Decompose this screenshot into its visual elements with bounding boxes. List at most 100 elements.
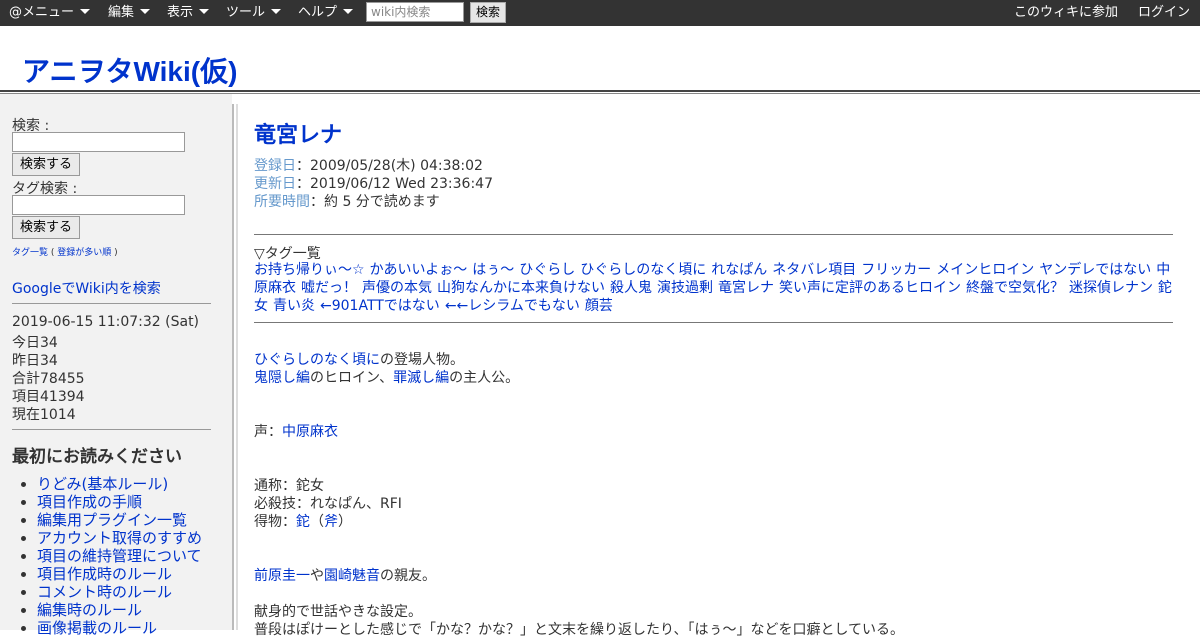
- tag-search-button[interactable]: 検索する: [12, 216, 80, 239]
- menu-help[interactable]: ヘルプ: [298, 0, 354, 26]
- account-link[interactable]: アカウント取得のすすめ: [37, 529, 202, 547]
- tag-link[interactable]: お持ち帰りぃ〜☆: [254, 262, 365, 278]
- tag-link[interactable]: 竜宮レナ: [718, 280, 774, 296]
- login-link[interactable]: ログイン: [1138, 0, 1190, 26]
- image-rules-link[interactable]: 画像掲載のルール: [37, 619, 157, 637]
- tag-link[interactable]: 迷探偵レナン: [1069, 280, 1153, 296]
- oni-arc-link[interactable]: 鬼隠し編: [254, 370, 310, 386]
- tag-search-input[interactable]: [12, 195, 185, 215]
- sidebar: 検索 : 検索する タグ検索 : 検索する タグ一覧 ( 登録が多い順 ) Go…: [0, 94, 232, 637]
- counter-datetime: 2019-06-15 11:07:32 (Sat): [12, 314, 200, 330]
- sidebar-search-button[interactable]: 検索する: [12, 153, 80, 176]
- tag-link[interactable]: ネタバレ項目: [772, 262, 856, 278]
- readtime-label: 所要時間: [254, 194, 310, 210]
- tag-list-link[interactable]: タグ一覧: [12, 248, 48, 258]
- weapon-link-ono[interactable]: 斧: [324, 514, 338, 530]
- create-steps-link[interactable]: 項目作成の手順: [37, 493, 142, 511]
- weapon-link-nata[interactable]: 鉈: [296, 514, 310, 530]
- tag-link[interactable]: 声優の本気: [362, 280, 432, 296]
- site-title[interactable]: アニヲタWiki(仮): [22, 50, 237, 90]
- google-search-link[interactable]: GoogleでWiki内を検索: [12, 278, 161, 298]
- sidebar-search-input[interactable]: [12, 132, 185, 152]
- comment-rules-link[interactable]: コメント時のルール: [37, 583, 172, 601]
- updated-date: 更新日：2019/06/12 Wed 23:36:47: [254, 176, 493, 192]
- wiki-search-input[interactable]: [366, 2, 464, 22]
- list-item: 項目作成の手順: [37, 493, 202, 511]
- list-item: 編集時のルール: [37, 601, 202, 619]
- article: 竜宮レナ 登録日：2009/05/28(木) 04:38:02 更新日：2019…: [238, 104, 1189, 638]
- list-item: 画像掲載のルール: [37, 619, 202, 637]
- tag-link[interactable]: 青い炎: [273, 298, 315, 314]
- edit-rules-link[interactable]: 編集時のルール: [37, 601, 142, 619]
- counter-items: 項目41394: [12, 389, 85, 405]
- list-item: 項目の維持管理について: [37, 547, 202, 565]
- chevron-down-icon: [271, 9, 282, 14]
- tag-link[interactable]: フリッカー: [861, 262, 931, 278]
- tag-link[interactable]: ←←レシラムでもない: [445, 298, 580, 314]
- tag-link[interactable]: 演技過剰: [657, 280, 713, 296]
- intro-line: ひぐらしのなく頃にの登場人物。: [254, 349, 464, 369]
- menu-help-label: ヘルプ: [298, 5, 338, 20]
- menu-view[interactable]: 表示: [167, 0, 210, 26]
- page-title[interactable]: 竜宮レナ: [254, 117, 342, 149]
- wiki-search-button[interactable]: 検索: [470, 2, 506, 23]
- tag-link[interactable]: 殺人鬼: [610, 280, 652, 296]
- menu-view-label: 表示: [167, 5, 194, 20]
- counter-now: 現在1014: [12, 407, 76, 423]
- tsumi-arc-link[interactable]: 罪滅し編: [393, 370, 449, 386]
- rules-link[interactable]: りどみ(基本ルール): [37, 475, 168, 493]
- voice-line: 声：中原麻衣: [254, 421, 338, 441]
- weapon-paren-close: ）: [338, 514, 352, 530]
- header-divider: [0, 90, 1200, 92]
- tag-link[interactable]: れなぱん: [711, 262, 767, 278]
- tag-link[interactable]: 終盤で空気化？: [966, 280, 1064, 296]
- counter-today: 今日34: [12, 335, 58, 351]
- series-link[interactable]: ひぐらしのなく頃に: [254, 352, 380, 368]
- tag-link[interactable]: ヤンデレではない: [1039, 262, 1151, 278]
- voice-actor-link[interactable]: 中原麻衣: [282, 424, 338, 440]
- join-wiki-link[interactable]: このウィキに参加: [1014, 0, 1118, 26]
- personality-line: 献身的で世話やきな設定。: [254, 604, 422, 620]
- sidebar-border: [232, 104, 234, 630]
- registered-label: 登録日: [254, 158, 296, 174]
- tag-link[interactable]: ひぐらしのなく頃に: [580, 262, 706, 278]
- tag-list: お持ち帰りぃ〜☆ かあいいよぉ〜 はぅ〜 ひぐらし ひぐらしのなく頃に れなぱん ネタバレ項…: [254, 261, 1176, 315]
- skill-line: 必殺技：れなぱん、RFI: [254, 496, 402, 512]
- tag-list-links: タグ一覧 ( 登録が多い順 ): [12, 248, 118, 258]
- counter-yesterday: 昨日34: [12, 353, 58, 369]
- weapon-label: 得物：: [254, 514, 296, 530]
- tag-link[interactable]: はぅ〜: [472, 262, 514, 278]
- weapon-paren-open: （: [310, 514, 324, 530]
- updated-label: 更新日: [254, 176, 296, 192]
- menu-edit[interactable]: 編集: [108, 0, 151, 26]
- list-item: 編集用プラグイン一覧: [37, 511, 202, 529]
- chevron-down-icon: [343, 9, 354, 14]
- alias-line: 通称：鉈女: [254, 478, 324, 494]
- tag-link[interactable]: 嘘だっ！: [301, 280, 357, 296]
- tag-popular-link[interactable]: 登録が多い順: [57, 248, 111, 258]
- voice-label: 声：: [254, 424, 282, 440]
- tag-link[interactable]: メインヒロイン: [936, 262, 1034, 278]
- mion-link[interactable]: 園崎魅音: [324, 568, 380, 584]
- tag-link[interactable]: ひぐらし: [519, 262, 575, 278]
- maintenance-link[interactable]: 項目の維持管理について: [37, 547, 202, 565]
- list-item: コメント時のルール: [37, 583, 202, 601]
- menu-tools[interactable]: ツール: [226, 0, 282, 26]
- tag-link[interactable]: かあいいよぉ〜: [370, 262, 468, 278]
- registered-value: 2009/05/28(木) 04:38:02: [310, 158, 483, 174]
- plugin-list-link[interactable]: 編集用プラグイン一覧: [37, 511, 187, 529]
- keiichi-link[interactable]: 前原圭一: [254, 568, 310, 584]
- menu-edit-label: 編集: [108, 5, 135, 20]
- tag-link[interactable]: 山狗なんかに本来負けない: [437, 280, 605, 296]
- sidebar-divider: [12, 429, 211, 430]
- weapon-line: 得物：鉈（斧）: [254, 511, 352, 531]
- friend-text: の親友。: [380, 568, 436, 584]
- role-line: 鬼隠し編のヒロイン、罪滅し編の主人公。: [254, 367, 519, 387]
- menu-at-menu[interactable]: @メニュー: [9, 0, 91, 26]
- tag-link[interactable]: ←901ATTではない: [320, 298, 440, 314]
- create-rules-link[interactable]: 項目作成時のルール: [37, 565, 172, 583]
- role-text-1: のヒロイン、: [310, 370, 394, 386]
- tags-heading[interactable]: ▽タグ一覧: [254, 243, 321, 263]
- tag-link[interactable]: 笑い声に定評のあるヒロイン: [779, 280, 961, 296]
- tag-link[interactable]: 顔芸: [585, 298, 613, 314]
